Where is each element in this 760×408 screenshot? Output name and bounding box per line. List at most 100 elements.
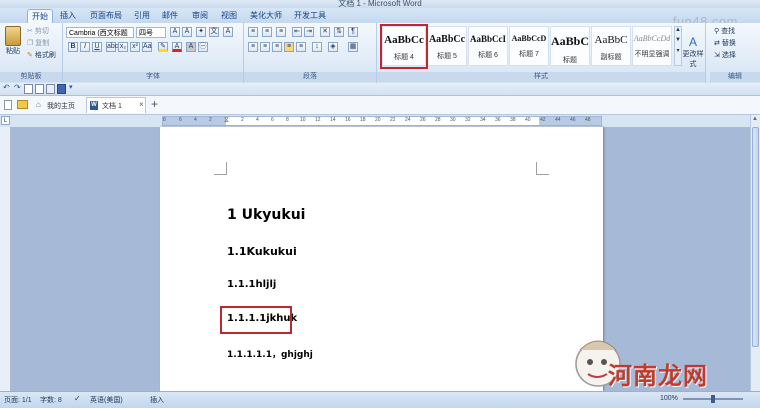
styles-group: AaBbCc 标题 4 AaBbCc 标题 5 AaBbCcI 标题 6 AaB… — [377, 23, 706, 83]
tab-selector-icon[interactable]: L — [1, 116, 10, 125]
numbering-icon[interactable]: ≡ — [262, 27, 272, 37]
zoom-level[interactable]: 100% — [660, 395, 678, 402]
close-icon[interactable]: × — [139, 100, 144, 109]
tab-beautify[interactable]: 美化大师 — [246, 9, 286, 22]
document-page[interactable]: 1 Ukyukui 1.1Kukukui 1.1.1hljlj 1.1.1.1j… — [160, 127, 603, 391]
line-spacing-icon[interactable]: ↕ — [312, 42, 322, 52]
subscript-icon[interactable]: x₂ — [118, 42, 128, 52]
heading-5-text[interactable]: 1.1.1.1.1，ghjghj — [227, 347, 313, 360]
distributed-icon[interactable]: ≡ — [296, 42, 306, 52]
folder-icon[interactable] — [17, 100, 28, 109]
tab-developer[interactable]: 开发工具 — [290, 9, 330, 22]
paste-icon — [5, 26, 21, 46]
copy-label: 复制 — [35, 40, 50, 47]
language[interactable]: 英语(美国) — [90, 395, 123, 405]
vertical-scrollbar[interactable]: ▲ — [750, 115, 760, 391]
editing-group-label: 编辑 — [710, 72, 760, 82]
font-size-combo[interactable]: 四号 — [136, 27, 166, 38]
indent-marker[interactable]: ⧖ — [224, 117, 229, 125]
heading-2-text[interactable]: 1.1Kukukui — [227, 245, 297, 258]
style-subtitle[interactable]: AaBbC 副标题 — [591, 26, 631, 66]
char-shading-icon[interactable]: A — [186, 42, 196, 52]
tab-references[interactable]: 引用 — [130, 9, 154, 22]
proofing-icon[interactable]: ✓ — [74, 394, 81, 403]
style-name: 标题 7 — [519, 51, 539, 58]
align-center-icon[interactable]: ≡ — [260, 42, 270, 52]
change-case-icon[interactable]: Aa — [142, 42, 152, 52]
print-icon[interactable] — [46, 84, 55, 94]
change-styles-button[interactable]: A 更改样式 — [680, 35, 706, 69]
heading-1-text[interactable]: 1 Ukyukui — [227, 207, 305, 223]
print-preview-icon[interactable] — [35, 84, 44, 94]
italic-icon[interactable]: I — [80, 42, 90, 52]
align-left-icon[interactable]: ≡ — [248, 42, 258, 52]
ruler-number: 12 — [315, 117, 321, 123]
ruler-number: 2 — [209, 117, 212, 123]
ruler-number: 38 — [510, 117, 516, 123]
new-doc-icon[interactable] — [24, 84, 33, 94]
tab-document-1[interactable]: W 文档 1 × — [86, 97, 146, 113]
align-right-icon[interactable]: ≡ — [272, 42, 282, 52]
margin-corner — [536, 162, 549, 175]
paste-button[interactable]: 粘贴 — [3, 26, 23, 62]
redo-icon[interactable]: ↷ — [14, 83, 21, 92]
underline-icon[interactable]: U — [92, 42, 102, 52]
tab-insert[interactable]: 插入 — [56, 9, 80, 22]
bullets-icon[interactable]: ≡ — [248, 27, 258, 37]
bold-icon[interactable]: B — [68, 42, 78, 52]
tab-my-home[interactable]: ⌂ 我的主页 — [33, 98, 83, 112]
chinese-layout-icon[interactable]: ✕ — [320, 27, 330, 37]
page-count[interactable]: 页面: 1/1 — [4, 395, 32, 405]
word-count[interactable]: 字数: 8 — [40, 395, 62, 405]
customize-qat-icon[interactable]: ▾ — [69, 83, 73, 91]
show-marks-icon[interactable]: ¶ — [348, 27, 358, 37]
multilevel-list-icon[interactable]: ≡ — [276, 27, 286, 37]
heading-3-text[interactable]: 1.1.1hljlj — [227, 279, 276, 290]
shading-icon[interactable]: ◈ — [328, 42, 338, 52]
style-subtle-emphasis[interactable]: AaBbCcDd 不明显强调 — [632, 26, 672, 66]
zoom-slider-thumb[interactable] — [711, 395, 715, 403]
enclose-char-icon[interactable]: ㊀ — [198, 42, 208, 52]
style-title[interactable]: AaBbC 标题 — [550, 26, 590, 66]
horizontal-ruler[interactable]: ⧖ 8 6 4 2 2 4 6 8 10 12 14 16 18 20 22 2… — [162, 116, 602, 126]
font-color-icon[interactable]: A — [172, 42, 182, 52]
increase-indent-icon[interactable]: ⇥ — [304, 27, 314, 37]
new-tab-icon[interactable]: + — [151, 97, 158, 111]
scroll-thumb[interactable] — [752, 127, 759, 347]
tab-review[interactable]: 审阅 — [188, 9, 212, 22]
style-heading-7[interactable]: AaBbCcD 标题 7 — [509, 26, 549, 66]
new-file-icon[interactable] — [4, 100, 12, 110]
tab-home[interactable]: 开始 — [27, 9, 53, 23]
sort-icon[interactable]: ⇅ — [334, 27, 344, 37]
undo-icon[interactable]: ↶ — [3, 83, 10, 92]
save-icon[interactable] — [57, 84, 66, 94]
cut-button[interactable]: ✂ 剪切 — [27, 26, 49, 36]
highlight-icon[interactable]: ✎ — [158, 42, 168, 52]
phonetic-icon[interactable]: 文 — [209, 27, 219, 37]
strikethrough-icon[interactable]: abc — [106, 42, 118, 52]
select-button[interactable]: ⇲ 选择 — [714, 50, 736, 60]
borders-icon[interactable]: ▦ — [348, 42, 358, 52]
shrink-font-icon[interactable]: A — [182, 27, 192, 37]
style-heading-6[interactable]: AaBbCcI 标题 6 — [468, 26, 508, 66]
copy-button[interactable]: ❐ 复制 — [27, 38, 49, 48]
find-label: 查找 — [721, 28, 736, 35]
ruler-number: 6 — [271, 117, 274, 123]
find-button[interactable]: ⚲ 查找 — [714, 26, 735, 36]
style-heading-5[interactable]: AaBbCc 标题 5 — [427, 26, 467, 66]
char-border-icon[interactable]: A — [223, 27, 233, 37]
superscript-icon[interactable]: x² — [130, 42, 140, 52]
justify-icon[interactable]: ≡ — [284, 42, 294, 52]
tab-view[interactable]: 视图 — [217, 9, 241, 22]
insert-mode[interactable]: 插入 — [150, 395, 164, 405]
decrease-indent-icon[interactable]: ⇤ — [292, 27, 302, 37]
scroll-up-icon[interactable]: ▲ — [752, 116, 758, 122]
tab-mailings[interactable]: 邮件 — [158, 9, 182, 22]
paste-label: 粘贴 — [6, 48, 20, 55]
tab-page-layout[interactable]: 页面布局 — [86, 9, 126, 22]
font-name-combo[interactable]: Cambria (西文标题 — [66, 27, 134, 38]
grow-font-icon[interactable]: A — [170, 27, 180, 37]
format-painter-button[interactable]: ✎ 格式刷 — [27, 50, 56, 60]
replace-button[interactable]: ⇄ 替换 — [714, 38, 736, 48]
clear-format-icon[interactable]: ✦ — [196, 27, 206, 37]
